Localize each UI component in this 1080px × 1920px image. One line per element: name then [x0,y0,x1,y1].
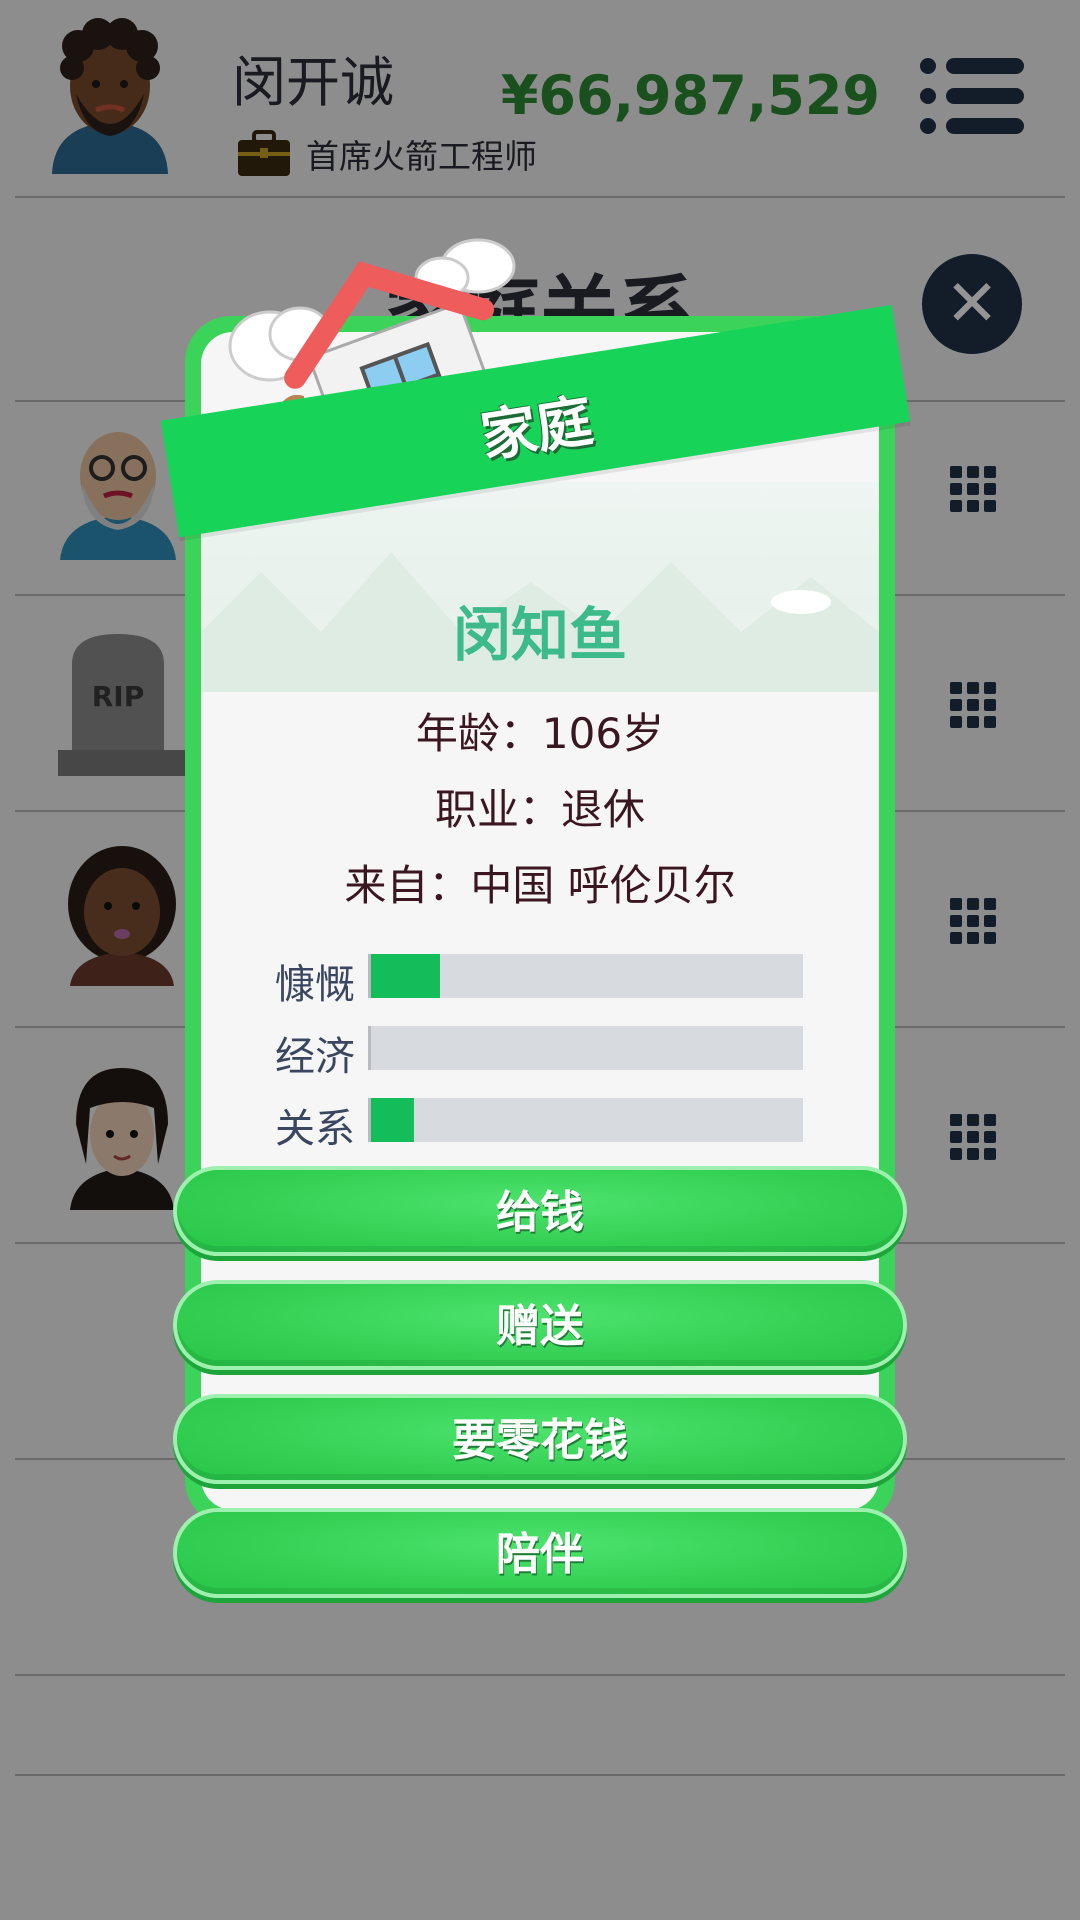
stat-generosity: 慷慨 [270,954,803,1008]
stat-label: 经济 [275,1034,355,1080]
give-money-button[interactable]: 给钱 [173,1166,907,1256]
stat-relationship: 关系 [270,1098,803,1152]
stat-label: 关系 [275,1106,355,1152]
stat-track [368,954,803,998]
stat-economy: 经济 [270,1026,803,1080]
stat-fill [371,1098,415,1142]
stat-fill [371,954,441,998]
stat-track [368,1026,803,1070]
stat-track [368,1098,803,1142]
stat-label: 慷慨 [275,962,355,1008]
spend-time-button[interactable]: 陪伴 [173,1508,907,1598]
ask-allowance-button[interactable]: 要零花钱 [173,1394,907,1484]
member-job: 职业：退休 [434,785,645,834]
member-age: 年龄：106岁 [415,709,665,758]
member-name: 闵知鱼 [452,601,627,669]
member-origin: 来自：中国 呼伦贝尔 [344,861,736,910]
gift-button[interactable]: 赠送 [173,1280,907,1370]
